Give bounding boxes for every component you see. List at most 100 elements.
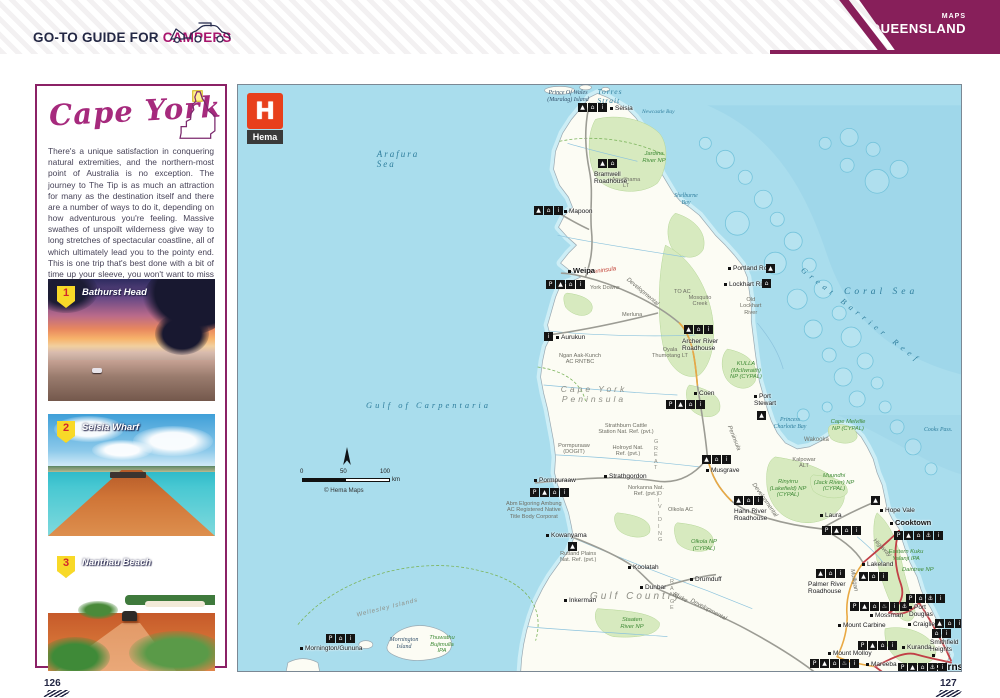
highlight-card-2[interactable]: 2 Seisia Wharf [48, 414, 215, 536]
beach-foreground [48, 360, 215, 401]
page-number-right: 127 [940, 678, 957, 689]
map-label: Merluna [622, 312, 642, 318]
hut-icon: ⌂ [878, 641, 887, 650]
map-label: Cape York Peninsula [561, 385, 628, 405]
town-label: Musgrave [706, 467, 740, 474]
tent-icon: ▲ [816, 569, 825, 578]
map-label: Olkola AC [668, 507, 693, 513]
map-label: Wakooka [804, 437, 829, 444]
highlight-card-3[interactable]: 3 Nanthau Beach [48, 549, 215, 671]
map-label: Kalpowar ALT [792, 457, 815, 470]
highlight-label-1: Bathurst Head [82, 287, 147, 298]
info-icon: i [754, 496, 763, 505]
map-label: Rutland Plains Nat. Ref. (pvt.) [560, 551, 596, 564]
info-icon: i [888, 641, 897, 650]
town-label: Bramwell Roadhouse [594, 171, 627, 186]
map-label: Prince Of Wales (Muralag) Island [547, 90, 589, 104]
tent-icon: ▲ [578, 103, 587, 112]
hut-icon: ⌂ [932, 629, 941, 638]
map-label: TO AC [674, 289, 691, 295]
info-icon: i [560, 488, 569, 497]
fuel-icon: P [546, 280, 555, 289]
vegetation [78, 601, 118, 619]
town-label: Smithfield Heights [930, 639, 959, 654]
map-label: D I V I D I N G [658, 491, 662, 544]
tent-icon: ▲ [568, 542, 577, 551]
town-label: Port Douglas [909, 604, 933, 619]
map-label: KULLA (McIlwraith) NP (CYPAL) [730, 361, 762, 381]
town-label: Mossman [870, 612, 903, 619]
map-label: Gulf of Carpentaria [366, 401, 491, 411]
anchor-icon: ⚓ [924, 531, 933, 540]
info-icon: i [852, 526, 861, 535]
highlight-label-2: Seisia Wharf [82, 422, 139, 433]
poi-icon-row: P⌂⚓i [906, 594, 946, 603]
poi-icon-row: P▲⌂i [822, 526, 862, 535]
poi-icon-row: ▲⌂ [598, 159, 618, 168]
map-label: Arafura Sea [377, 149, 420, 170]
page-number-hatch-right [936, 690, 963, 697]
town-label: Laura [820, 512, 842, 519]
map-label: R A N G E [670, 579, 674, 612]
map-label: Old Lockhart River [740, 297, 761, 316]
hut-icon: ⌂ [588, 103, 597, 112]
map-label: Jardine River NP [642, 151, 665, 164]
map-label: Developmental [624, 277, 659, 308]
town-label: Mareeba [866, 661, 897, 668]
town-label: Lakeland [862, 561, 893, 568]
town-label: Mount Carbine [838, 622, 886, 629]
hut-icon: ⌂ [914, 531, 923, 540]
info-icon: i [942, 629, 951, 638]
highlight-card-1[interactable]: 1 Bathurst Head [48, 279, 215, 401]
map-label: Coral Sea [844, 287, 918, 298]
tent-icon: ▲ [935, 619, 944, 628]
tent-icon: ▲ [684, 325, 693, 334]
poi-icon-row: ▲ [871, 496, 881, 505]
town-label: Mapoon [564, 208, 593, 215]
map-label: Ngan Aak-Kunch AC RNTBC [559, 353, 601, 366]
tent-icon: ▲ [676, 400, 685, 409]
cape-york-map[interactable]: H Hema Arafura SeaTorres StraitNewcastle… [237, 84, 962, 672]
map-label: Norkanna Nat. Ref. (pvt.) [628, 485, 664, 498]
tent-icon: ▲ [766, 264, 775, 273]
sidebar-panel: Cape York There's a unique satisfaction … [35, 84, 227, 668]
tent-icon: ▲ [860, 602, 869, 611]
map-label: Great Barrier Reef [799, 266, 923, 366]
poi-icon-row: ▲ [568, 542, 578, 551]
fuel-icon: P [822, 526, 831, 535]
poi-icon-row: P▲⌂i [530, 488, 570, 497]
map-label: Burke [671, 592, 688, 605]
vegetation [129, 631, 215, 671]
tent-icon: ▲ [702, 455, 711, 464]
map-label: York Downs [590, 285, 620, 291]
hut-icon: ⌂ [762, 279, 771, 288]
info-icon: i [704, 325, 713, 334]
map-label: Holroyd Nat. Ref. (pvt.) [612, 445, 643, 458]
info-icon: i [544, 332, 553, 341]
hut-icon: ⌂ [550, 488, 559, 497]
hut-icon: ⌂ [566, 280, 575, 289]
info-icon: i [598, 103, 607, 112]
map-label: Oyala Thumotang LT [652, 347, 688, 360]
scale-tick-100: 100 [380, 469, 390, 475]
tent-icon: ▲ [534, 206, 543, 215]
town-label: Dunbar [640, 584, 666, 591]
fuel-icon: P [850, 602, 859, 611]
fuel-icon: P [894, 531, 903, 540]
town-label: Koolatah [628, 564, 659, 571]
hema-logo[interactable]: H Hema [247, 93, 283, 144]
town-label: Strathgordon [604, 473, 647, 480]
poi-icon-row: P▲⌂i [666, 400, 706, 409]
poi-icon-row: ▲⌂i [816, 569, 846, 578]
page-number-hatch-left [44, 690, 71, 697]
map-label: Gulf Country [590, 591, 682, 603]
fuel-icon: P [898, 663, 907, 672]
town-label: Mount Molloy [828, 650, 872, 657]
info-icon: i [955, 619, 962, 628]
north-arrow-icon [342, 447, 352, 465]
info-icon: i [722, 455, 731, 464]
info-icon: i [850, 659, 859, 668]
map-label: Highway [871, 538, 892, 559]
hut-icon: ⌂ [826, 569, 835, 578]
intro-paragraph: There's a unique satisfaction in conquer… [48, 146, 214, 291]
